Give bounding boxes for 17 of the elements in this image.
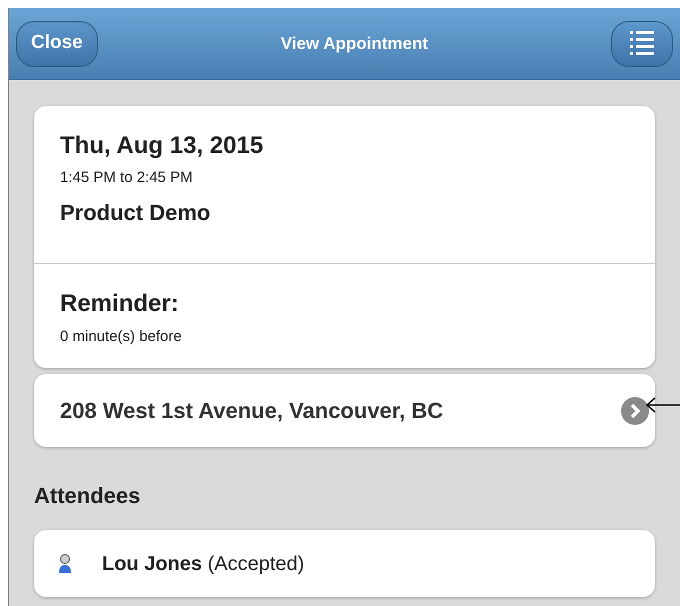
reminder-value: 0 minute(s) before: [60, 326, 183, 346]
reminder-label: Reminder:: [60, 288, 180, 318]
appointment-time: 1:45 PM to 2:45 PM: [60, 168, 194, 188]
attendee-name: Lou Jones (Accepted): [102, 552, 304, 576]
location-address: 208 West 1st Avenue, Vancouver, BC: [60, 397, 444, 425]
chevron-icon: [621, 396, 649, 424]
attendees-heading: Attendees: [34, 483, 140, 508]
menu-icon: [630, 30, 654, 58]
appointment-subject: Product Demo: [60, 198, 212, 226]
menu-button[interactable]: [611, 20, 673, 66]
close-button[interactable]: Close: [16, 20, 98, 66]
window-title: View Appointment: [280, 32, 428, 55]
location-row[interactable]: 208 West 1st Avenue, Vancouver, BC: [34, 374, 655, 447]
appointment-date: Thu, Aug 13, 2015: [60, 131, 264, 161]
attendee-row[interactable]: Lou Jones (Accepted): [34, 530, 655, 597]
person-icon: [58, 554, 72, 574]
callout-arrow: [645, 396, 680, 414]
